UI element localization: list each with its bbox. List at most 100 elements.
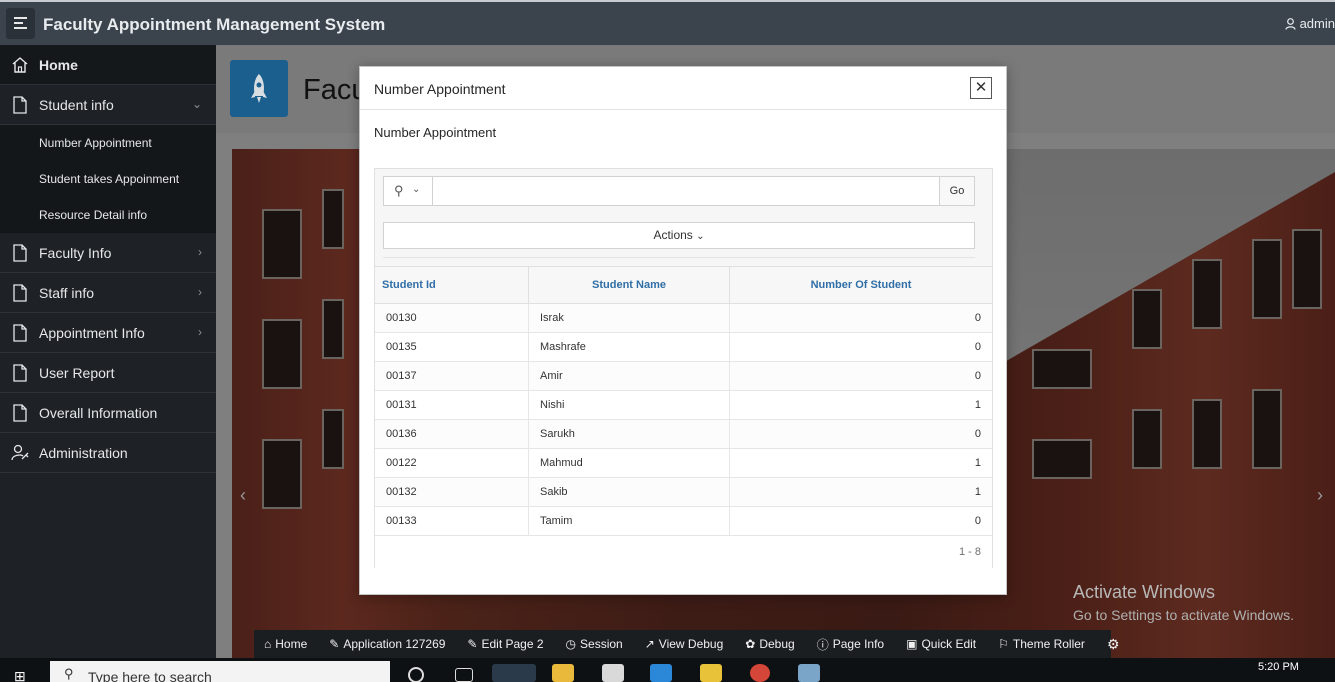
- pagination-info: 1 - 8: [375, 536, 992, 569]
- dev-item-label: Session: [580, 637, 623, 651]
- sidebar-item-appointment-info[interactable]: Appointment Info ›: [0, 313, 216, 353]
- table-header: Student Id Student Name Number Of Studen…: [375, 267, 992, 304]
- dev-theme-roller-button[interactable]: ⚐ Theme Roller: [998, 637, 1085, 651]
- sidebar-subitem-label: Resource Detail info: [39, 208, 148, 222]
- windows-start-icon[interactable]: ⊞: [14, 668, 26, 682]
- dev-item-label: Edit Page 2: [481, 637, 544, 651]
- sidebar-subitem-label: Number Appointment: [39, 136, 152, 150]
- dev-item-label: Debug: [759, 637, 795, 651]
- report-table: Student Id Student Name Number Of Studen…: [375, 266, 992, 569]
- search-icon: ⚲: [64, 666, 74, 681]
- cell-student-id: 00136: [375, 420, 529, 449]
- activation-watermark-subtitle: Go to Settings to activate Windows.: [1073, 607, 1294, 623]
- dev-view-debug-button[interactable]: ↗ View Debug: [645, 637, 724, 651]
- sidebar-item-staff-info[interactable]: Staff info ›: [0, 273, 216, 313]
- dev-home-button[interactable]: ⌂ Home: [264, 637, 307, 651]
- cell-student-id: 00122: [375, 449, 529, 478]
- app-title[interactable]: Faculty Appointment Management System: [43, 15, 385, 35]
- user-name: admin: [1299, 16, 1335, 31]
- file-explorer-icon[interactable]: [552, 664, 574, 682]
- column-header-number-of-student[interactable]: Number Of Student: [730, 267, 992, 304]
- dev-edit-page-button[interactable]: ✎ Edit Page 2: [467, 637, 543, 651]
- interactive-report: ⚲ ⌄ Go Actions ⌄ Student Id Student Name…: [374, 168, 993, 569]
- sidebar-item-user-report[interactable]: User Report: [0, 353, 216, 393]
- menu-toggle-button[interactable]: [6, 8, 35, 39]
- dev-item-label: Application 127269: [343, 637, 446, 651]
- cell-number-of-student: 0: [974, 341, 981, 353]
- dev-application-button[interactable]: ✎ Application 127269: [329, 637, 445, 651]
- mail-icon[interactable]: [650, 664, 672, 682]
- sidebar-item-label: Appointment Info: [39, 325, 145, 341]
- chrome-icon[interactable]: [750, 664, 770, 682]
- search-column-selector[interactable]: ⚲ ⌄: [384, 177, 433, 205]
- page-icon: [13, 244, 27, 262]
- misc-app-icon[interactable]: [798, 664, 820, 682]
- developer-toolbar: ⌂ Home ✎ Application 127269 ✎ Edit Page 2 ◷…: [254, 630, 1120, 658]
- store-icon[interactable]: [602, 664, 624, 682]
- sidebar-item-overall-information[interactable]: Overall Information: [0, 393, 216, 433]
- table-row[interactable]: 00131 Nishi 1: [375, 391, 992, 420]
- table-row[interactable]: 00137 Amir 0: [375, 362, 992, 391]
- user-menu[interactable]: admin: [1284, 16, 1335, 31]
- system-clock[interactable]: 5:20 PM: [1258, 661, 1299, 673]
- top-header: Faculty Appointment Management System ad…: [0, 0, 1335, 45]
- close-dialog-button[interactable]: ✕: [970, 77, 992, 99]
- sidebar-item-student-info[interactable]: Student info ⌄: [0, 85, 216, 125]
- external-window-icon: ↗: [644, 637, 655, 651]
- sidebar-subitem-student-takes-appoinment[interactable]: Student takes Appoinment: [0, 161, 216, 197]
- edit-icon: ✎: [467, 637, 478, 651]
- cell-student-name: Mashrafe: [529, 333, 730, 362]
- notes-app-icon[interactable]: [700, 664, 722, 682]
- paint-roller-icon: ⚐: [998, 637, 1009, 651]
- sidebar-subitem-number-appointment[interactable]: Number Appointment: [0, 125, 216, 161]
- dev-session-button[interactable]: ◷ Session: [566, 637, 623, 651]
- cell-number-of-student: 1: [974, 399, 981, 411]
- cell-student-id: 00133: [375, 507, 529, 536]
- report-search-input[interactable]: [434, 177, 940, 205]
- dev-debug-button[interactable]: ✿ Debug: [745, 637, 794, 651]
- task-view-icon[interactable]: [455, 668, 473, 682]
- cell-number-of-student: 1: [974, 457, 981, 469]
- go-button[interactable]: Go: [939, 177, 974, 205]
- sidebar-item-label: User Report: [39, 365, 115, 381]
- edge-browser-icon[interactable]: [492, 664, 536, 682]
- gear-icon: ⚙: [1106, 635, 1120, 652]
- dev-settings-button[interactable]: ⚙: [1107, 636, 1124, 653]
- dev-item-label: Page Info: [832, 637, 885, 651]
- sidebar-item-home[interactable]: Home: [0, 45, 216, 85]
- table-row[interactable]: 00135 Mashrafe 0: [375, 333, 992, 362]
- cell-student-name: Nishi: [529, 391, 730, 420]
- cell-number-of-student: 0: [974, 312, 981, 324]
- dev-quick-edit-button[interactable]: ▣ Quick Edit: [906, 637, 976, 651]
- actions-menu-button[interactable]: Actions ⌄: [383, 222, 975, 249]
- dev-page-info-button[interactable]: ⓘ Page Info: [817, 636, 884, 653]
- close-icon: ✕: [974, 79, 988, 96]
- sidebar-item-administration[interactable]: Administration: [0, 433, 216, 473]
- sidebar-subitem-resource-detail-info[interactable]: Resource Detail info: [0, 197, 216, 233]
- table-row[interactable]: 00122 Mahmud 1: [375, 449, 992, 478]
- dev-item-label: Home: [275, 637, 308, 651]
- activation-watermark-title: Activate Windows: [1073, 582, 1216, 602]
- cell-student-id: 00135: [375, 333, 529, 362]
- dev-item-label: Theme Roller: [1012, 637, 1085, 651]
- table-row[interactable]: 00136 Sarukh 0: [375, 420, 992, 449]
- sidebar-item-label: Student info: [39, 97, 114, 113]
- chevron-right-icon: ›: [198, 285, 202, 299]
- table-row[interactable]: 00132 Sakib 1: [375, 478, 992, 507]
- column-header-student-name[interactable]: Student Name: [529, 267, 730, 304]
- sidebar-item-faculty-info[interactable]: Faculty Info ›: [0, 233, 216, 273]
- chevron-down-icon: ⌄: [191, 97, 202, 111]
- taskbar-search-input[interactable]: ⚲ Type here to search: [50, 661, 390, 682]
- table-row[interactable]: 00130 Israk 0: [375, 304, 992, 333]
- table-row[interactable]: 00133 Tamim 0: [375, 507, 992, 536]
- page-title: Facu: [303, 74, 368, 106]
- bug-icon: ✿: [745, 637, 756, 651]
- carousel-prev-icon[interactable]: ‹: [240, 485, 246, 506]
- column-header-student-id[interactable]: Student Id: [375, 267, 529, 304]
- quick-edit-icon: ▣: [906, 637, 918, 651]
- cell-number-of-student: 0: [974, 370, 981, 382]
- carousel-next-icon[interactable]: ›: [1317, 485, 1323, 506]
- cortana-icon[interactable]: [408, 667, 424, 682]
- cell-student-name: Sakib: [529, 478, 730, 507]
- page-icon: [13, 324, 27, 342]
